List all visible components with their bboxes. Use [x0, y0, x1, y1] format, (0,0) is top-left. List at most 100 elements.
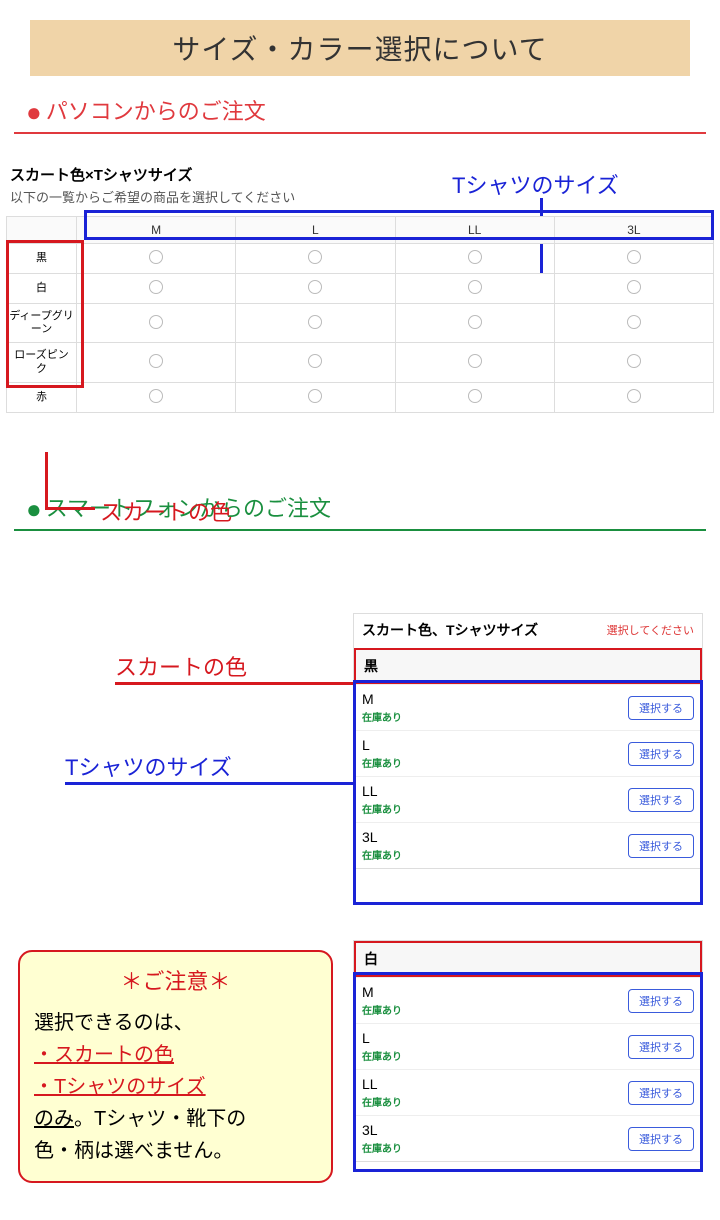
size-label: 3L — [362, 829, 378, 845]
color-label: ローズピンク — [7, 343, 77, 382]
radio-cell[interactable] — [77, 274, 236, 304]
radio-cell[interactable] — [554, 382, 713, 412]
sp-size-item: 3L在庫あり 選択する — [354, 822, 702, 868]
select-button[interactable]: 選択する — [628, 742, 694, 766]
radio-icon — [468, 315, 482, 329]
callout-tshirt-size-sp: Tシャツのサイズ — [65, 750, 232, 782]
select-button[interactable]: 選択する — [628, 696, 694, 720]
connector-line — [65, 782, 353, 785]
radio-icon — [308, 315, 322, 329]
sp-size-item: M在庫あり 選択する — [354, 684, 702, 730]
stock-label: 在庫あり — [362, 1002, 402, 1017]
caution-option: ・スカートの色 — [34, 1039, 317, 1071]
radio-icon — [468, 280, 482, 294]
radio-icon — [149, 315, 163, 329]
size-label: L — [362, 737, 370, 753]
radio-cell[interactable] — [554, 274, 713, 304]
size-label: L — [362, 1030, 370, 1046]
sp-color-head: 白 — [354, 941, 702, 977]
sp-title-row: スカート色、Tシャツサイズ 選択してください — [354, 614, 702, 648]
radio-cell[interactable] — [236, 244, 395, 274]
page-title-banner: サイズ・カラー選択について — [30, 20, 690, 76]
select-button[interactable]: 選択する — [628, 1081, 694, 1105]
select-button[interactable]: 選択する — [628, 989, 694, 1013]
size-label: LL — [362, 1076, 378, 1092]
stock-label: 在庫あり — [362, 755, 402, 770]
radio-cell[interactable] — [554, 244, 713, 274]
sp-size-item: LL 在庫あり 選択する — [354, 776, 702, 822]
section-heading-pc: ● パソコンからのご注文 — [14, 76, 706, 134]
select-button[interactable]: 選択する — [628, 834, 694, 858]
radio-icon — [149, 354, 163, 368]
radio-cell[interactable] — [236, 274, 395, 304]
radio-icon — [149, 280, 163, 294]
size-label: LL — [362, 783, 378, 799]
radio-cell[interactable] — [395, 343, 554, 382]
sp-color-head: 黒 — [354, 648, 702, 684]
radio-icon — [627, 280, 641, 294]
size-label: 3L — [362, 1122, 378, 1138]
stock-label: 在庫あり — [362, 1094, 402, 1109]
sp-size-item: L 在庫あり 選択する — [354, 1023, 702, 1069]
caution-text: 。Tシャツ・靴下の — [74, 1108, 246, 1130]
callout-skirt-color-sp: スカートの色 — [115, 650, 247, 682]
radio-cell[interactable] — [554, 304, 713, 343]
connector-line — [115, 682, 353, 685]
color-label: 白 — [7, 274, 77, 304]
bullet-icon: ● — [26, 99, 42, 125]
size-label: M — [362, 691, 374, 707]
pc-matrix-block: スカート色×Tシャツサイズ 以下の一覧からご希望の商品を選択してください M L… — [6, 164, 714, 413]
radio-cell[interactable] — [395, 274, 554, 304]
radio-cell[interactable] — [395, 244, 554, 274]
sp-size-list: M在庫あり 選択する L 在庫あり 選択する LL 在庫あり 選択する 3L 在庫あり… — [354, 977, 702, 1161]
radio-icon — [149, 389, 163, 403]
sp-please-select: 選択してください — [607, 622, 694, 638]
radio-icon — [308, 389, 322, 403]
size-header: LL — [395, 217, 554, 244]
size-header: 3L — [554, 217, 713, 244]
select-button[interactable]: 選択する — [628, 1127, 694, 1151]
select-button[interactable]: 選択する — [628, 1035, 694, 1059]
radio-cell[interactable] — [77, 382, 236, 412]
radio-cell[interactable] — [395, 382, 554, 412]
size-header: M — [77, 217, 236, 244]
sp-size-list: M在庫あり 選択する L 在庫あり 選択する LL 在庫あり 選択する 3L在庫あり… — [354, 684, 702, 868]
radio-icon — [468, 250, 482, 264]
connector-line — [45, 452, 48, 510]
callout-skirt-color-pc: スカートの色 — [100, 495, 232, 527]
radio-icon — [627, 315, 641, 329]
radio-icon — [627, 389, 641, 403]
sp-panel-1: スカート色、Tシャツサイズ 選択してください 黒 M在庫あり 選択する L在庫あ… — [353, 613, 703, 869]
color-label: 黒 — [7, 244, 77, 274]
radio-icon — [308, 280, 322, 294]
caution-underline: のみ — [34, 1108, 74, 1130]
radio-cell[interactable] — [236, 343, 395, 382]
sp-size-item: M在庫あり 選択する — [354, 977, 702, 1023]
radio-cell[interactable] — [77, 343, 236, 382]
radio-icon — [308, 250, 322, 264]
caution-option: ・Tシャツのサイズ — [34, 1071, 317, 1103]
connector-line — [45, 507, 95, 510]
radio-cell[interactable] — [77, 244, 236, 274]
radio-cell[interactable] — [77, 304, 236, 343]
stock-label: 在庫あり — [362, 1048, 402, 1063]
caution-line: 色・柄は選べません。 — [34, 1135, 317, 1167]
radio-icon — [627, 250, 641, 264]
select-button[interactable]: 選択する — [628, 788, 694, 812]
radio-icon — [308, 354, 322, 368]
radio-cell[interactable] — [554, 343, 713, 382]
color-label: ディープグリーン — [7, 304, 77, 343]
radio-cell[interactable] — [395, 304, 554, 343]
radio-icon — [468, 389, 482, 403]
sp-size-item: 3L 在庫あり 選択する — [354, 1115, 702, 1161]
radio-cell[interactable] — [236, 382, 395, 412]
bullet-icon: ● — [26, 496, 42, 522]
radio-icon — [468, 354, 482, 368]
stock-label: 在庫あり — [362, 1140, 402, 1155]
stock-label: 在庫あり — [362, 801, 402, 816]
caution-title: ＊ご注意＊ — [34, 964, 317, 999]
caution-line: 選択できるのは、 — [34, 1007, 317, 1039]
sp-size-item: L 在庫あり 選択する — [354, 730, 702, 776]
pc-matrix-table: M L LL 3L 黒 白 ディープグリーン ローズピンク — [6, 216, 714, 413]
radio-cell[interactable] — [236, 304, 395, 343]
